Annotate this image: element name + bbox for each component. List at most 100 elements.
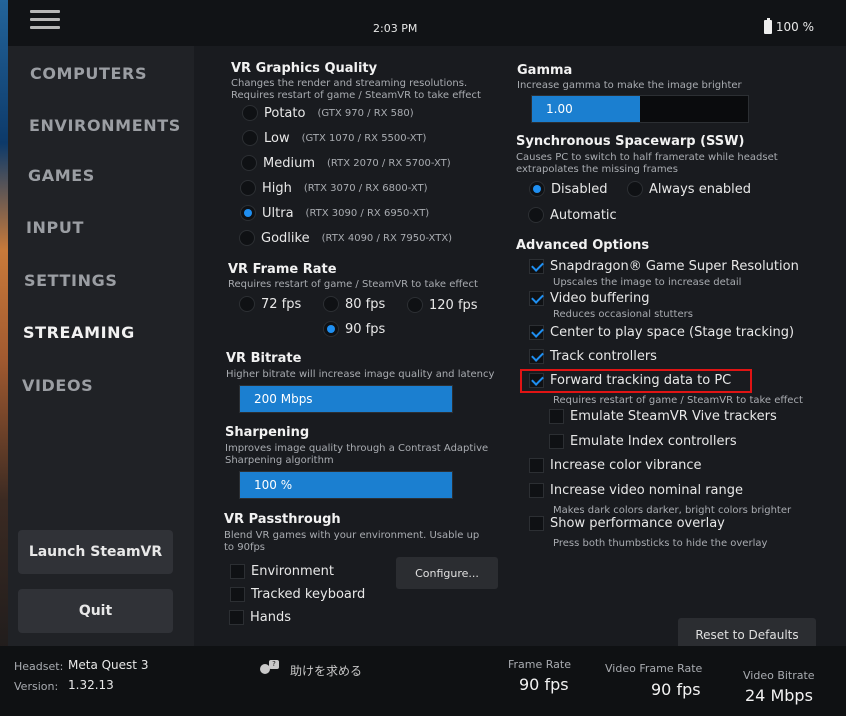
battery-icon: [763, 18, 772, 34]
option-label: High: [262, 180, 292, 196]
option-note: (RTX 4090 / RX 7950-XTX): [321, 232, 453, 244]
fps-option-120[interactable]: 120 fps: [407, 297, 478, 313]
option-note: (RTX 3070 / RX 6800-XT): [303, 182, 428, 194]
checkbox-icon[interactable]: [230, 564, 245, 579]
option-label: Center to play space (Stage tracking): [550, 325, 795, 340]
adv-emulate-vive-trackers[interactable]: Emulate SteamVR Vive trackers: [549, 409, 777, 424]
passthrough-environment[interactable]: Environment: [230, 564, 334, 579]
bitrate-slider[interactable]: 200 Mbps: [239, 385, 453, 413]
ssw-option-disabled[interactable]: Disabled: [529, 181, 607, 197]
checkbox-icon-checked[interactable]: [529, 259, 544, 274]
checkbox-icon-checked[interactable]: [529, 325, 544, 340]
sidebar-item-streaming[interactable]: STREAMING: [23, 323, 135, 342]
radio-icon[interactable]: [242, 105, 258, 121]
battery-percent: 100 %: [775, 20, 814, 34]
sidebar-item-computers[interactable]: COMPUTERS: [30, 64, 147, 83]
option-label: Forward tracking data to PC: [550, 373, 732, 388]
quality-option-high[interactable]: High (RTX 3070 / RX 6800-XT): [240, 180, 428, 196]
adv-show-performance-overlay[interactable]: Show performance overlay: [529, 516, 725, 531]
vr-graphics-desc-2: Requires restart of game / SteamVR to ta…: [231, 90, 481, 101]
video-bitrate-label: Video Bitrate: [743, 669, 815, 682]
passthrough-desc-2: to 90fps: [224, 542, 266, 553]
background-edge: [0, 0, 8, 716]
option-label: Increase color vibrance: [550, 458, 702, 473]
checkbox-icon[interactable]: [549, 434, 564, 449]
adv-forward-tracking-data[interactable]: Forward tracking data to PC: [529, 373, 731, 388]
checkbox-icon-checked[interactable]: [529, 373, 544, 388]
clock: 2:03 PM: [373, 22, 418, 35]
radio-icon[interactable]: [323, 296, 339, 312]
version-label: Version:: [14, 680, 59, 693]
gamma-title: Gamma: [517, 63, 573, 78]
checkbox-icon-checked[interactable]: [529, 349, 544, 364]
sidebar-item-games[interactable]: GAMES: [28, 166, 95, 185]
frame-rate-title: VR Frame Rate: [228, 262, 337, 277]
radio-icon[interactable]: [241, 155, 257, 171]
configure-button[interactable]: Configure...: [396, 557, 498, 589]
sidebar: COMPUTERS ENVIRONMENTS GAMES INPUT SETTI…: [8, 46, 194, 646]
frame-rate-value: 90 fps: [519, 675, 569, 694]
checkbox-icon-checked[interactable]: [529, 291, 544, 306]
radio-icon-selected[interactable]: [240, 205, 256, 221]
radio-icon[interactable]: [627, 181, 643, 197]
sidebar-item-videos[interactable]: VIDEOS: [22, 376, 93, 395]
adv-increase-color-vibrance[interactable]: Increase color vibrance: [529, 458, 702, 473]
help-button[interactable]: ? 助けを求める: [258, 660, 362, 680]
adv-emulate-index-controllers[interactable]: Emulate Index controllers: [549, 434, 737, 449]
adv-video-buffering[interactable]: Video buffering: [529, 291, 649, 306]
ssw-option-always-enabled[interactable]: Always enabled: [627, 181, 751, 197]
radio-icon[interactable]: [242, 130, 258, 146]
checkbox-icon[interactable]: [529, 458, 544, 473]
radio-icon-selected[interactable]: [323, 321, 339, 337]
gamma-slider[interactable]: 1.00: [531, 95, 749, 123]
radio-icon[interactable]: [239, 296, 255, 312]
sidebar-item-environments[interactable]: ENVIRONMENTS: [29, 116, 181, 135]
version-value: 1.32.13: [68, 678, 114, 692]
quality-option-godlike[interactable]: Godlike (RTX 4090 / RX 7950-XTX): [239, 230, 452, 246]
checkbox-icon[interactable]: [229, 610, 244, 625]
option-label: 80 fps: [345, 296, 386, 312]
adv-increase-nominal-range[interactable]: Increase video nominal range: [529, 483, 743, 498]
option-label: Track controllers: [550, 349, 657, 364]
adv-option-sub: Requires restart of game / SteamVR to ta…: [553, 395, 803, 406]
ssw-title: Synchronous Spacewarp (SSW): [516, 134, 745, 149]
sharpening-slider[interactable]: 100 %: [239, 471, 453, 499]
radio-icon[interactable]: [240, 180, 256, 196]
status-footer: Headset: Meta Quest 3 Version: 1.32.13 ?…: [0, 646, 846, 716]
quality-option-potato[interactable]: Potato (GTX 970 / RX 580): [242, 105, 414, 121]
radio-icon[interactable]: [528, 207, 544, 223]
sidebar-item-input[interactable]: INPUT: [26, 218, 84, 237]
fps-option-80[interactable]: 80 fps: [323, 296, 385, 312]
help-label: 助けを求める: [290, 663, 363, 678]
checkbox-icon[interactable]: [549, 409, 564, 424]
ssw-option-automatic[interactable]: Automatic: [528, 207, 617, 223]
checkbox-icon[interactable]: [230, 587, 245, 602]
checkbox-icon[interactable]: [529, 483, 544, 498]
option-note: (GTX 1070 / RX 5500-XT): [301, 132, 427, 144]
checkbox-icon[interactable]: [529, 516, 544, 531]
video-bitrate-value: 24 Mbps: [745, 686, 813, 705]
passthrough-hands[interactable]: Hands: [229, 610, 291, 625]
adv-center-play-space[interactable]: Center to play space (Stage tracking): [529, 325, 794, 340]
adv-track-controllers[interactable]: Track controllers: [529, 349, 657, 364]
menu-icon[interactable]: [30, 10, 60, 30]
fps-option-72[interactable]: 72 fps: [239, 296, 301, 312]
quality-option-medium[interactable]: Medium (RTX 2070 / RX 5700-XT): [241, 155, 451, 171]
adv-snapdragon-super-resolution[interactable]: Snapdragon® Game Super Resolution: [529, 259, 799, 274]
quality-option-low[interactable]: Low (GTX 1070 / RX 5500-XT): [242, 130, 426, 146]
fps-option-90[interactable]: 90 fps: [323, 321, 385, 337]
passthrough-tracked-keyboard[interactable]: Tracked keyboard: [230, 587, 365, 602]
vr-graphics-title: VR Graphics Quality: [231, 61, 378, 76]
radio-icon[interactable]: [407, 297, 423, 313]
sidebar-item-settings[interactable]: SETTINGS: [24, 271, 117, 290]
battery-status: 100 %: [763, 18, 814, 34]
radio-icon[interactable]: [239, 230, 255, 246]
launch-steamvr-button[interactable]: Launch SteamVR: [18, 530, 173, 574]
top-bar: 2:03 PM 100 %: [8, 0, 846, 46]
radio-icon-selected[interactable]: [529, 181, 545, 197]
quit-button[interactable]: Quit: [18, 589, 173, 633]
quality-option-ultra[interactable]: Ultra (RTX 3090 / RX 6950-XT): [240, 205, 429, 221]
left-column: VR Graphics Quality Changes the render a…: [206, 46, 506, 646]
vr-graphics-desc-1: Changes the render and streaming resolut…: [231, 78, 468, 89]
gamma-desc: Increase gamma to make the image brighte…: [517, 80, 742, 91]
